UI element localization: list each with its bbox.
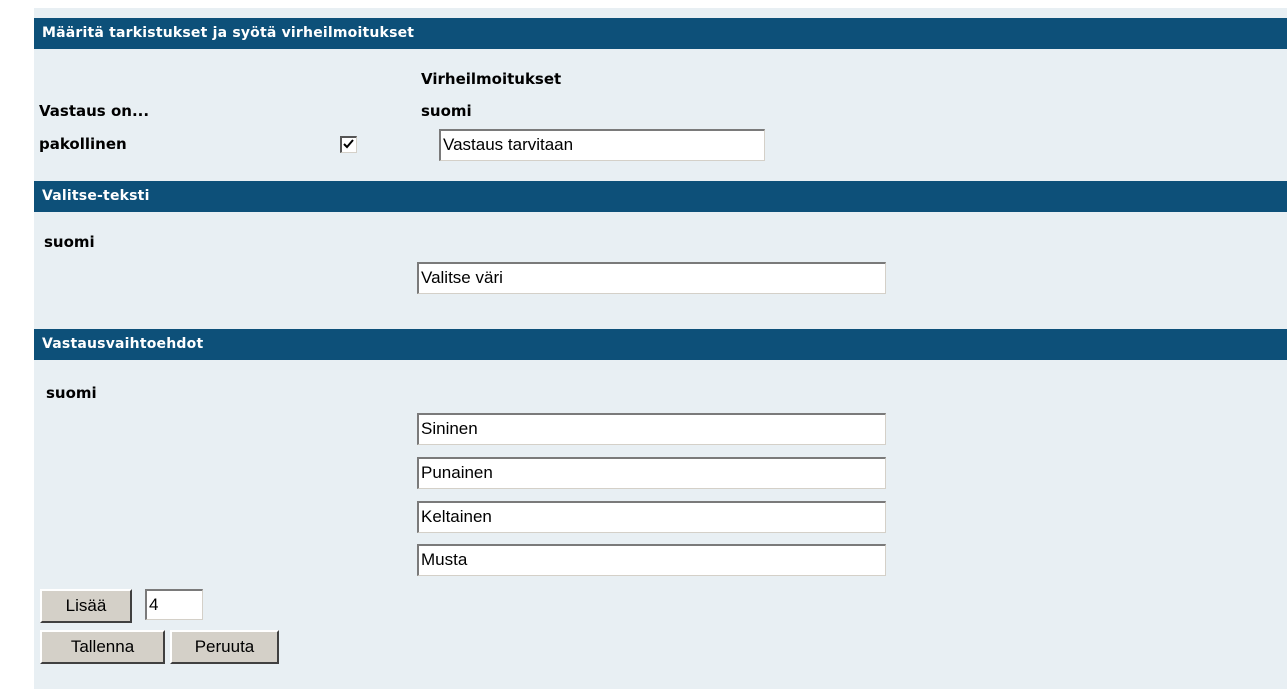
option-input-4[interactable]: Musta xyxy=(417,544,886,576)
add-button[interactable]: Lisää xyxy=(40,589,132,623)
option-input-1[interactable]: Sininen xyxy=(417,413,886,445)
answer-options-section-header: Vastausvaihtoehdot xyxy=(34,329,1287,360)
required-checkbox[interactable] xyxy=(340,136,357,153)
validation-section-header: Määritä tarkistukset ja syötä virheilmoi… xyxy=(34,18,1287,49)
cancel-button[interactable]: Peruuta xyxy=(170,630,279,664)
required-label: pakollinen xyxy=(39,135,127,153)
select-text-section-header: Valitse-teksti xyxy=(34,181,1287,212)
error-language-label: suomi xyxy=(421,102,472,120)
settings-panel: Määritä tarkistukset ja syötä virheilmoi… xyxy=(34,8,1287,689)
select-text-language-label: suomi xyxy=(44,233,95,251)
error-messages-heading: Virheilmoitukset xyxy=(421,70,562,88)
checkmark-icon xyxy=(343,139,354,149)
save-button[interactable]: Tallenna xyxy=(40,630,165,664)
answer-options-language-label: suomi xyxy=(46,384,97,402)
option-input-3[interactable]: Keltainen xyxy=(417,501,886,533)
option-input-2[interactable]: Punainen xyxy=(417,457,886,489)
select-text-input[interactable]: Valitse väri xyxy=(417,262,886,294)
required-error-input[interactable]: Vastaus tarvitaan xyxy=(439,129,765,161)
add-count-input[interactable]: 4 xyxy=(145,589,203,620)
answer-is-label: Vastaus on... xyxy=(39,102,150,120)
